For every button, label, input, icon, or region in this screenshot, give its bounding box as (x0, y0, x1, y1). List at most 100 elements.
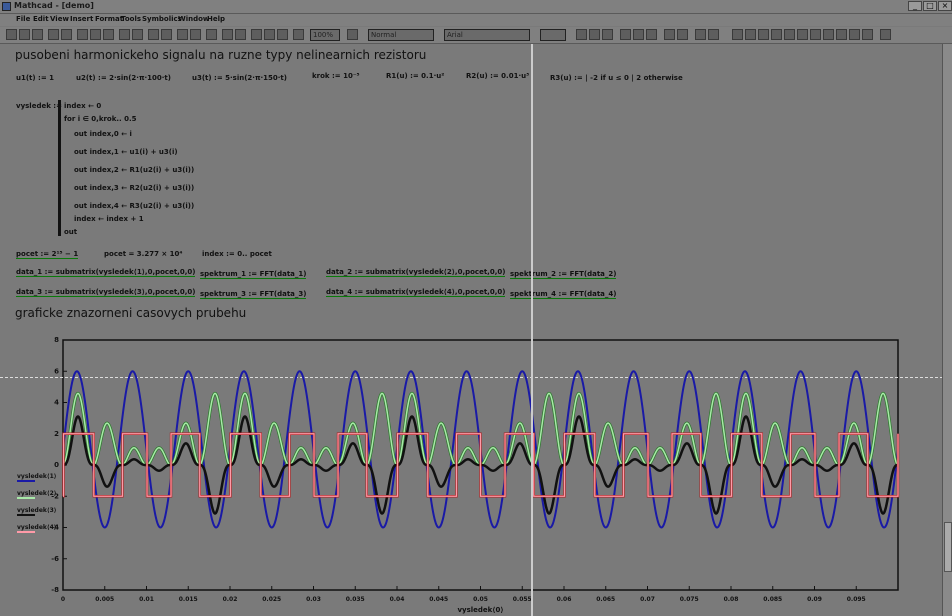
align-across-icon[interactable] (148, 29, 159, 40)
cut-icon[interactable] (77, 29, 88, 40)
program-line-7[interactable]: out index,4 ← R3(u2(i) + u3(i)) (74, 202, 194, 210)
bold-icon[interactable] (576, 29, 587, 40)
underline-icon[interactable] (602, 29, 613, 40)
insert-hyperlink-icon[interactable] (222, 29, 233, 40)
menu-symbolics[interactable]: Symbolics (142, 15, 182, 23)
palette-extra-icon[interactable] (862, 29, 873, 40)
def-u2[interactable]: u2(t) := 2·sin(2·π·100·t) (76, 74, 171, 82)
vertical-scrollbar[interactable] (942, 44, 952, 616)
programming-palette-icon[interactable] (810, 29, 821, 40)
help-icon[interactable] (277, 29, 288, 40)
program-line-1[interactable]: index ← 0 (64, 102, 101, 110)
x-tick-label: 0.025 (262, 596, 281, 603)
print-preview-icon[interactable] (61, 29, 72, 40)
help-question-icon[interactable] (347, 29, 358, 40)
component-wizard-icon[interactable] (235, 29, 246, 40)
def-spektrum-2[interactable]: spektrum_2 := FFT(data_2) (510, 270, 617, 279)
menu-insert[interactable]: Insert (70, 15, 93, 23)
modifier-palette-icon[interactable] (849, 29, 860, 40)
minimize-button[interactable]: _ (908, 1, 922, 11)
undo-icon[interactable] (119, 29, 130, 40)
maximize-button[interactable]: □ (923, 1, 937, 11)
style-select[interactable]: Normal (368, 29, 434, 41)
page-break-guide (531, 44, 533, 616)
program-line-4[interactable]: out index,1 ← u1(i) + u3(i) (74, 148, 178, 156)
def-r2[interactable]: R2(u) := 0.01·u³ (466, 72, 529, 80)
menu-file[interactable]: File (16, 15, 30, 23)
greek-palette-icon[interactable] (823, 29, 834, 40)
align-down-icon[interactable] (161, 29, 172, 40)
font-select[interactable]: Arial (444, 29, 530, 41)
menu-edit[interactable]: Edit (33, 15, 49, 23)
menu-help[interactable]: Help (207, 15, 225, 23)
program-line-8[interactable]: index ← index + 1 (74, 215, 144, 223)
def-spektrum-1[interactable]: spektrum_1 := FFT(data_1) (200, 270, 307, 279)
def-r1[interactable]: R1(u) := 0.1·u² (386, 72, 444, 80)
superscript-icon[interactable] (708, 29, 719, 40)
symbolic-palette-icon[interactable] (836, 29, 847, 40)
calculator-palette-icon[interactable] (732, 29, 743, 40)
copy-icon[interactable] (90, 29, 101, 40)
boolean-palette-icon[interactable] (797, 29, 808, 40)
evaluation-palette-icon[interactable] (771, 29, 782, 40)
menu-window[interactable]: Window (178, 15, 209, 23)
toolbar: 100% Normal Arial (0, 27, 952, 44)
align-center-icon[interactable] (633, 29, 644, 40)
mathcad-app-icon (2, 2, 11, 11)
heading-nonlinear-resistors[interactable]: pusobeni harmonickeho signalu na ruzne t… (15, 48, 426, 62)
subscript-icon[interactable] (695, 29, 706, 40)
eval-pocet[interactable]: pocet = 3.277 × 10⁴ (104, 250, 183, 258)
x-tick-label: 0.015 (179, 596, 198, 603)
align-left-icon[interactable] (620, 29, 631, 40)
zoom-select[interactable]: 100% (310, 29, 340, 41)
bullets-icon[interactable] (664, 29, 675, 40)
menu-tools[interactable]: Tools (121, 15, 141, 23)
def-spektrum-4[interactable]: spektrum_4 := FFT(data_4) (510, 290, 617, 299)
def-data-2[interactable]: data_2 := submatrix(vysledek⟨2⟩,0,pocet,… (326, 268, 506, 277)
menu-format[interactable]: Format (95, 15, 123, 23)
align-right-icon[interactable] (646, 29, 657, 40)
program-line-3[interactable]: out index,0 ← i (74, 130, 132, 138)
scrollbar-thumb[interactable] (944, 522, 952, 572)
save-icon[interactable] (32, 29, 43, 40)
program-line-5[interactable]: out index,2 ← R1(u2(i) + u3(i)) (74, 166, 194, 174)
new-icon[interactable] (6, 29, 17, 40)
insert-function-icon[interactable] (177, 29, 188, 40)
matrix-palette-icon[interactable] (758, 29, 769, 40)
graph-palette-icon[interactable] (745, 29, 756, 40)
close-button[interactable]: × (938, 1, 952, 11)
def-data-1[interactable]: data_1 := submatrix(vysledek⟨1⟩,0,pocet,… (16, 268, 196, 277)
menu-view[interactable]: View (50, 15, 69, 23)
def-spektrum-3[interactable]: spektrum_3 := FFT(data_3) (200, 290, 307, 299)
heading-time-plots[interactable]: graficke znazorneni casovych prubehu (15, 306, 246, 320)
open-icon[interactable] (19, 29, 30, 40)
program-line-6[interactable]: out index,3 ← R2(u2(i) + u3(i)) (74, 184, 194, 192)
def-data-4[interactable]: data_4 := submatrix(vysledek⟨4⟩,0,pocet,… (326, 288, 506, 297)
calculus-palette-icon[interactable] (784, 29, 795, 40)
xy-plot[interactable]: 0 0.005 0.01 0.015 0.02 0.025 0.03 0.035 0.04 0.0… (0, 328, 942, 616)
resource-center-icon[interactable] (264, 29, 275, 40)
calculate-icon[interactable] (206, 29, 217, 40)
font-size-select[interactable] (540, 29, 566, 41)
redo-icon[interactable] (132, 29, 143, 40)
def-r3[interactable]: R3(u) := | -2 if u ≤ 0 | 2 otherwise (550, 74, 683, 82)
insert-unit-icon[interactable] (190, 29, 201, 40)
x-tick-label: 0.095 (847, 596, 866, 603)
def-data-3[interactable]: data_3 := submatrix(vysledek⟨3⟩,0,pocet,… (16, 288, 196, 297)
program-line-2[interactable]: for i ∈ 0,krok.. 0.5 (64, 115, 137, 123)
def-u1[interactable]: u1(t) := 1 (16, 74, 54, 82)
def-u3[interactable]: u3(t) := 5·sin(2·π·150·t) (192, 74, 287, 82)
palette-extra2-icon[interactable] (880, 29, 891, 40)
program-name[interactable]: vysledek := (16, 102, 62, 110)
def-index[interactable]: index := 0.. pocet (202, 250, 272, 258)
program-line-9[interactable]: out (64, 228, 77, 236)
italic-icon[interactable] (589, 29, 600, 40)
def-pocet[interactable]: pocet := 2¹⁵ − 1 (16, 250, 79, 259)
numbering-icon[interactable] (677, 29, 688, 40)
toolbar-extra-icon[interactable] (293, 29, 304, 40)
def-krok[interactable]: krok := 10⁻⁵ (312, 72, 360, 80)
paste-icon[interactable] (103, 29, 114, 40)
print-icon[interactable] (48, 29, 59, 40)
worksheet[interactable]: pusobeni harmonickeho signalu na ruzne t… (0, 44, 942, 616)
run-script-icon[interactable] (251, 29, 262, 40)
